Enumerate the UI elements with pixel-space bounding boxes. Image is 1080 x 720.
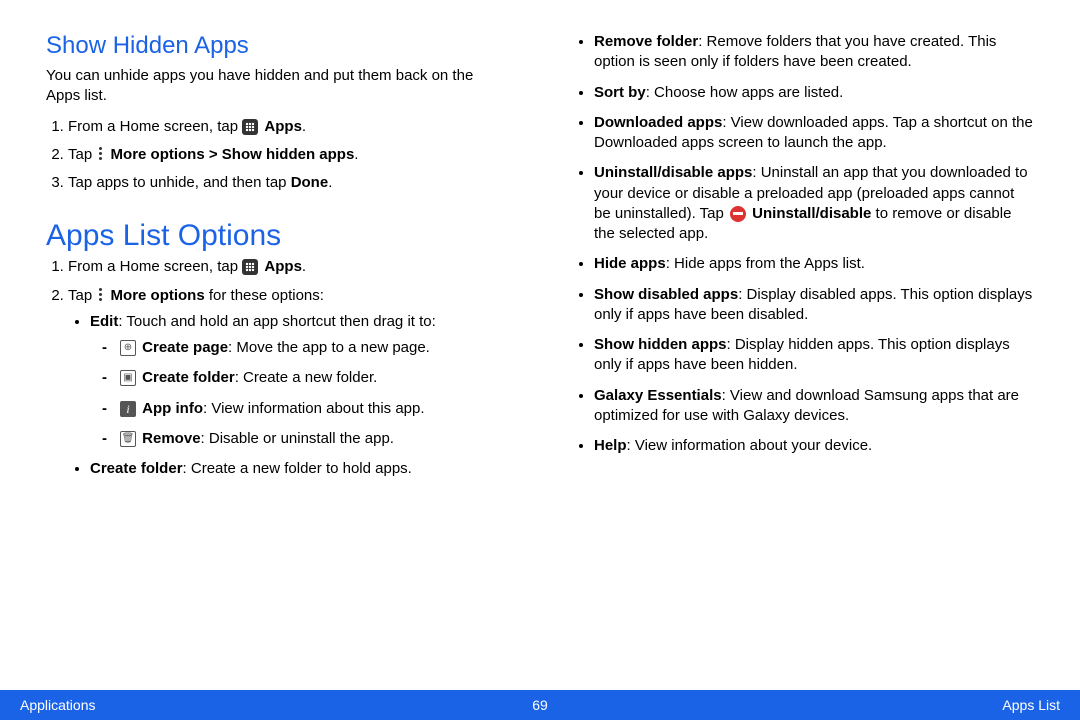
sub-create-page: ⊕ Create page: Move the app to a new pag…	[108, 338, 508, 358]
step-from-home: From a Home screen, tap Apps.	[68, 117, 508, 137]
option-sort-by: Sort by: Choose how apps are listed.	[594, 83, 1034, 103]
sub-create-folder: ▣ Create folder: Create a new folder.	[108, 368, 508, 388]
left-column: Show Hidden Apps You can unhide apps you…	[46, 24, 508, 672]
show-hidden-apps-intro: You can unhide apps you have hidden and …	[46, 66, 508, 107]
right-column: Remove folder: Remove folders that you h…	[572, 24, 1034, 672]
show-hidden-steps: From a Home screen, tap Apps. Tap More o…	[46, 117, 508, 194]
uninstall-minus-icon	[730, 206, 746, 222]
apps-grid-icon	[242, 259, 258, 275]
options-bullets: Edit: Touch and hold an app shortcut the…	[68, 312, 508, 480]
option-hide-apps: Hide apps: Hide apps from the Apps list.	[594, 254, 1034, 274]
option-help: Help: View information about your device…	[594, 436, 1034, 456]
option-create-folder: Create folder: Create a new folder to ho…	[90, 459, 508, 479]
step-tap-more-options: Tap More options for these options: Edit…	[68, 286, 508, 480]
right-options: Remove folder: Remove folders that you h…	[572, 32, 1034, 456]
footer-left: Applications	[20, 697, 96, 713]
step-more-options: Tap More options > Show hidden apps.	[68, 145, 508, 165]
option-show-disabled: Show disabled apps: Display disabled app…	[594, 285, 1034, 326]
page-number: 69	[532, 697, 548, 713]
footer-right: Apps List	[1002, 697, 1060, 713]
more-options-icon	[99, 288, 103, 304]
step-from-home-2: From a Home screen, tap Apps.	[68, 257, 508, 277]
option-edit: Edit: Touch and hold an app shortcut the…	[90, 312, 508, 449]
page-footer: Applications 69 Apps List	[0, 690, 1080, 720]
option-remove-folder: Remove folder: Remove folders that you h…	[594, 32, 1034, 73]
create-page-icon: ⊕	[120, 340, 136, 356]
edit-suboptions: ⊕ Create page: Move the app to a new pag…	[90, 338, 508, 449]
option-downloaded-apps: Downloaded apps: View downloaded apps. T…	[594, 113, 1034, 154]
sub-remove: 🗑 Remove: Disable or uninstall the app.	[108, 429, 508, 449]
option-galaxy-essentials: Galaxy Essentials: View and download Sam…	[594, 386, 1034, 427]
create-folder-icon: ▣	[120, 370, 136, 386]
apps-list-options-heading: Apps List Options	[46, 219, 508, 253]
sub-app-info: i App info: View information about this …	[108, 399, 508, 419]
more-options-icon	[99, 147, 103, 163]
option-uninstall-disable: Uninstall/disable apps: Uninstall an app…	[594, 163, 1034, 244]
option-show-hidden: Show hidden apps: Display hidden apps. T…	[594, 335, 1034, 376]
trash-icon: 🗑	[120, 431, 136, 447]
manual-page: Show Hidden Apps You can unhide apps you…	[0, 0, 1080, 720]
apps-grid-icon	[242, 119, 258, 135]
apps-list-options-steps: From a Home screen, tap Apps. Tap More o…	[46, 257, 508, 479]
two-column-layout: Show Hidden Apps You can unhide apps you…	[46, 24, 1034, 672]
show-hidden-apps-heading: Show Hidden Apps	[46, 32, 508, 60]
step-tap-done: Tap apps to unhide, and then tap Done.	[68, 173, 508, 193]
info-icon: i	[120, 401, 136, 417]
